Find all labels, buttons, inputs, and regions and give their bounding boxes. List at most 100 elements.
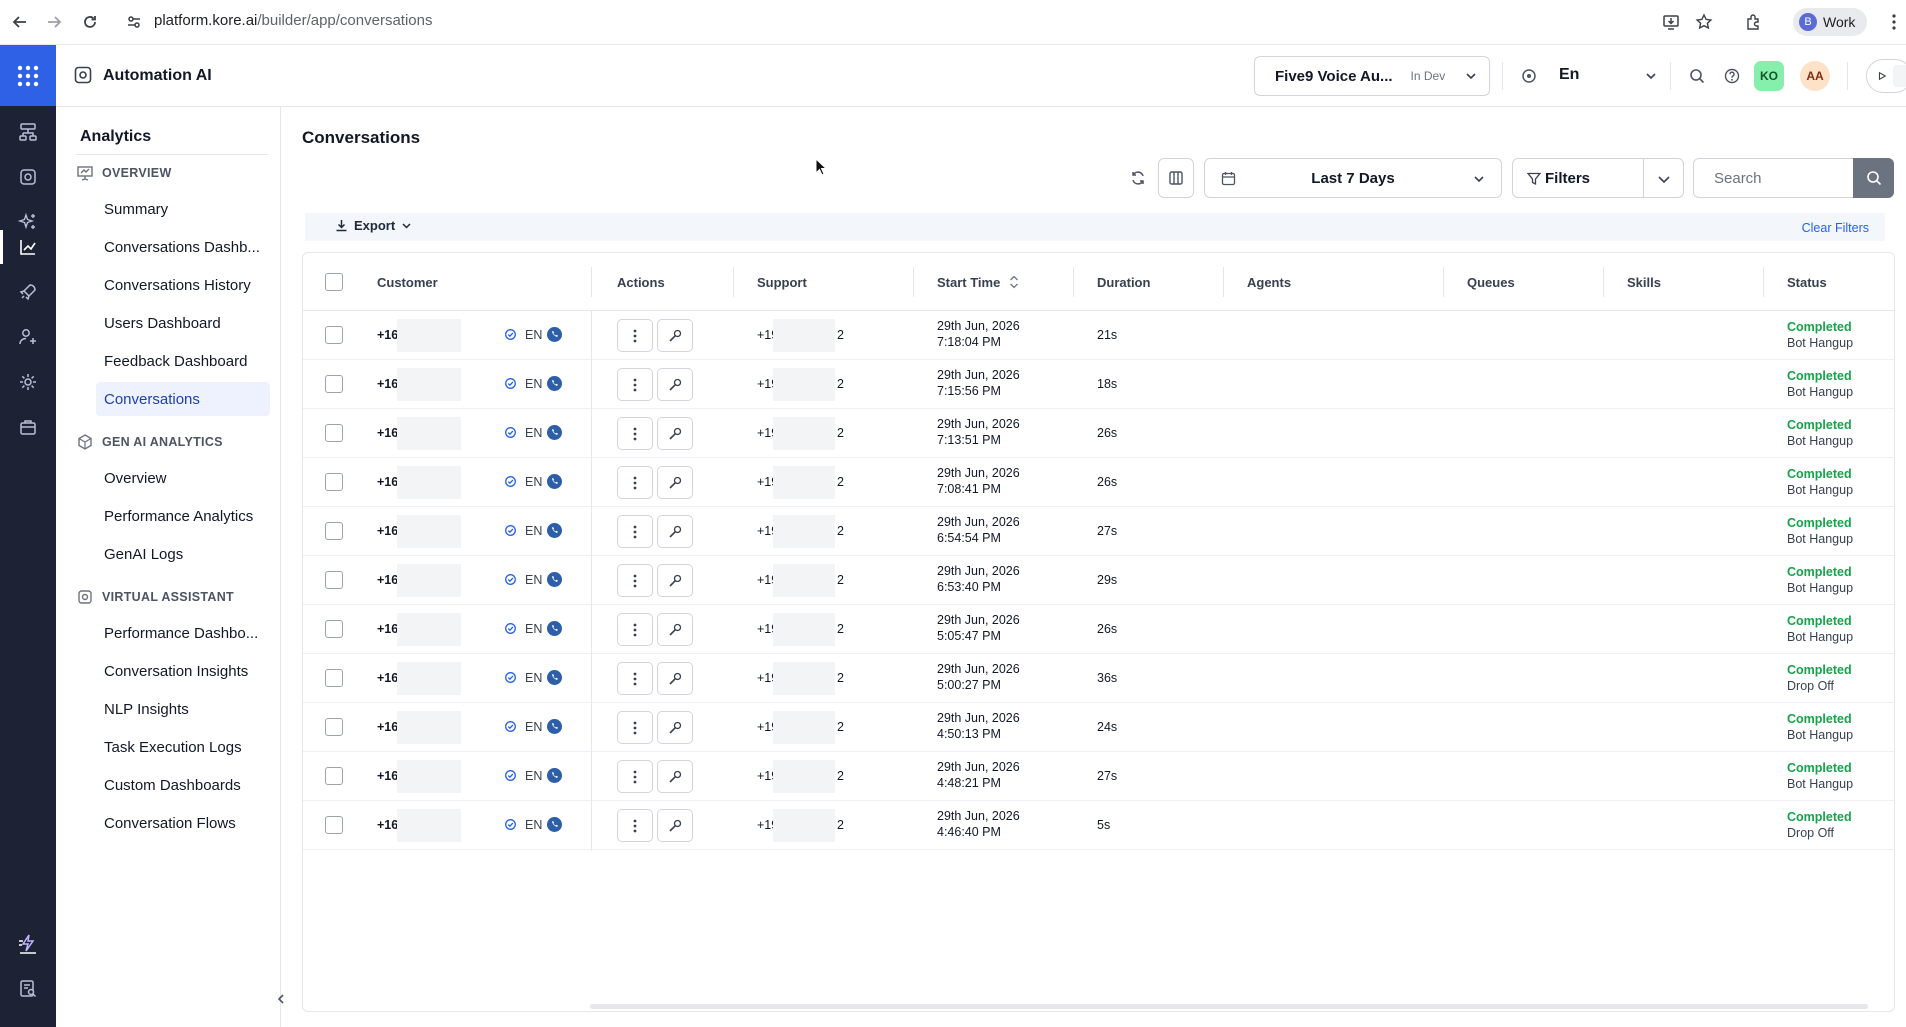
- row-checkbox[interactable]: [325, 571, 343, 589]
- bot-settings-icon[interactable]: [14, 163, 42, 191]
- reload-icon[interactable]: [78, 10, 102, 34]
- row-checkbox[interactable]: [325, 816, 343, 834]
- column-header-start-time[interactable]: Start Time: [937, 253, 1000, 311]
- sidebar-item-performance-analytics[interactable]: Performance Analytics: [96, 499, 270, 533]
- language-chevron-icon[interactable]: [1640, 65, 1662, 87]
- more-actions-button[interactable]: [617, 711, 653, 744]
- browser-profile[interactable]: B Work: [1793, 8, 1868, 36]
- user-avatar-aa[interactable]: AA: [1800, 61, 1830, 91]
- bot-selector[interactable]: Five9 Voice Au... In Dev: [1254, 56, 1490, 96]
- more-actions-button[interactable]: [617, 319, 653, 352]
- debug-conversation-button[interactable]: [657, 564, 693, 597]
- column-settings-button[interactable]: [1158, 158, 1194, 198]
- sidebar-item-conversations-dashboard[interactable]: Conversations Dashb...: [96, 230, 270, 264]
- sidebar-item-feedback-dashboard[interactable]: Feedback Dashboard: [96, 344, 270, 378]
- sidebar-item-overview[interactable]: Overview: [96, 461, 270, 495]
- sidebar-item-conversation-insights[interactable]: Conversation Insights: [96, 654, 270, 688]
- debug-conversation-button[interactable]: [657, 319, 693, 352]
- debug-conversation-button[interactable]: [657, 515, 693, 548]
- row-checkbox[interactable]: [325, 473, 343, 491]
- sidebar-item-summary[interactable]: Summary: [96, 192, 270, 226]
- debug-conversation-button[interactable]: [657, 417, 693, 450]
- logs-search-icon[interactable]: [14, 975, 42, 1003]
- more-actions-button[interactable]: [617, 662, 653, 695]
- ai-sparkle-icon[interactable]: [14, 208, 42, 236]
- clear-filters-link[interactable]: Clear Filters: [1802, 221, 1869, 235]
- bookmark-star-icon[interactable]: [1692, 10, 1716, 34]
- settings-gear-icon[interactable]: [14, 368, 42, 396]
- search-input[interactable]: [1693, 158, 1853, 198]
- collapse-sidebar-icon[interactable]: [269, 987, 293, 1011]
- table-row[interactable]: +16 EN +19 2 29th Jun, 2026 6:54:54 PM 2…: [303, 507, 1894, 556]
- analytics-chart-icon[interactable]: [14, 233, 42, 261]
- sidebar-item-conversation-flows[interactable]: Conversation Flows: [96, 806, 270, 840]
- row-checkbox[interactable]: [325, 718, 343, 736]
- sidebar-item-nlp-insights[interactable]: NLP Insights: [96, 692, 270, 726]
- row-checkbox[interactable]: [325, 620, 343, 638]
- target-icon[interactable]: [1518, 65, 1540, 87]
- row-checkbox[interactable]: [325, 522, 343, 540]
- debug-conversation-button[interactable]: [657, 466, 693, 499]
- more-actions-button[interactable]: [617, 809, 653, 842]
- date-range-select[interactable]: Last 7 Days: [1204, 158, 1502, 198]
- sidebar-item-users-dashboard[interactable]: Users Dashboard: [96, 306, 270, 340]
- marketplace-bag-icon[interactable]: [14, 413, 42, 441]
- table-row[interactable]: +16 EN +19 2 29th Jun, 2026 7:08:41 PM 2…: [303, 458, 1894, 507]
- forward-icon[interactable]: [42, 10, 66, 34]
- address-bar[interactable]: platform.kore.ai/builder/app/conversatio…: [154, 12, 432, 29]
- talk-to-bot-button[interactable]: [1866, 59, 1906, 93]
- table-row[interactable]: +16 EN +19 2 29th Jun, 2026 4:46:40 PM 5…: [303, 801, 1894, 850]
- row-checkbox[interactable]: [325, 375, 343, 393]
- flow-builder-icon[interactable]: [14, 118, 42, 146]
- debug-conversation-button[interactable]: [657, 711, 693, 744]
- help-icon[interactable]: [1721, 65, 1743, 87]
- row-checkbox[interactable]: [325, 767, 343, 785]
- language-selector[interactable]: En: [1559, 66, 1579, 84]
- more-actions-button[interactable]: [617, 466, 653, 499]
- table-row[interactable]: +16 EN +19 2 29th Jun, 2026 4:50:13 PM 2…: [303, 703, 1894, 752]
- app-launcher-icon[interactable]: [0, 45, 56, 106]
- debug-conversation-button[interactable]: [657, 662, 693, 695]
- filters-button[interactable]: Filters: [1512, 158, 1684, 198]
- sidebar-item-conversations-history[interactable]: Conversations History: [96, 268, 270, 302]
- more-actions-button[interactable]: [617, 760, 653, 793]
- filters-dropdown-chevron-icon[interactable]: [1657, 172, 1671, 186]
- debug-conversation-button[interactable]: [657, 368, 693, 401]
- browser-menu-icon[interactable]: [1882, 10, 1906, 34]
- user-management-icon[interactable]: [14, 323, 42, 351]
- back-icon[interactable]: [8, 10, 32, 34]
- horizontal-scrollbar[interactable]: [590, 1004, 1868, 1009]
- site-info-icon[interactable]: [122, 10, 146, 34]
- table-row[interactable]: +16 EN +19 2 29th Jun, 2026 7:15:56 PM 1…: [303, 360, 1894, 409]
- table-row[interactable]: +16 EN +19 2 29th Jun, 2026 7:18:04 PM 2…: [303, 311, 1894, 360]
- install-app-icon[interactable]: [1659, 10, 1683, 34]
- deploy-rocket-icon[interactable]: [14, 278, 42, 306]
- more-actions-button[interactable]: [617, 613, 653, 646]
- table-row[interactable]: +16 EN +19 2 29th Jun, 2026 5:00:27 PM 3…: [303, 654, 1894, 703]
- refresh-icon[interactable]: [1120, 158, 1156, 198]
- sidebar-item-genai-logs[interactable]: GenAI Logs: [96, 537, 270, 571]
- search-icon[interactable]: [1686, 65, 1708, 87]
- debug-conversation-button[interactable]: [657, 809, 693, 842]
- export-button[interactable]: Export: [335, 218, 412, 233]
- sort-icon[interactable]: [1009, 275, 1019, 289]
- table-row[interactable]: +16 EN +19 2 29th Jun, 2026 4:48:21 PM 2…: [303, 752, 1894, 801]
- more-actions-button[interactable]: [617, 417, 653, 450]
- search-button[interactable]: [1853, 158, 1894, 198]
- sidebar-item-conversations[interactable]: Conversations: [96, 382, 270, 416]
- table-row[interactable]: +16 EN +19 2 29th Jun, 2026 6:53:40 PM 2…: [303, 556, 1894, 605]
- sidebar-item-task-execution-logs[interactable]: Task Execution Logs: [96, 730, 270, 764]
- debug-conversation-button[interactable]: [657, 613, 693, 646]
- debug-conversation-button[interactable]: [657, 760, 693, 793]
- table-row[interactable]: +16 EN +19 2 29th Jun, 2026 7:13:51 PM 2…: [303, 409, 1894, 458]
- sidebar-item-custom-dashboards[interactable]: Custom Dashboards: [96, 768, 270, 802]
- user-badge-ko[interactable]: KO: [1754, 61, 1784, 91]
- extensions-icon[interactable]: [1742, 10, 1766, 34]
- sidebar-item-performance-dashboard[interactable]: Performance Dashbo...: [96, 616, 270, 650]
- quick-actions-icon[interactable]: [14, 930, 42, 958]
- select-all-checkbox[interactable]: [325, 273, 343, 291]
- row-checkbox[interactable]: [325, 424, 343, 442]
- row-checkbox[interactable]: [325, 669, 343, 687]
- more-actions-button[interactable]: [617, 515, 653, 548]
- more-actions-button[interactable]: [617, 368, 653, 401]
